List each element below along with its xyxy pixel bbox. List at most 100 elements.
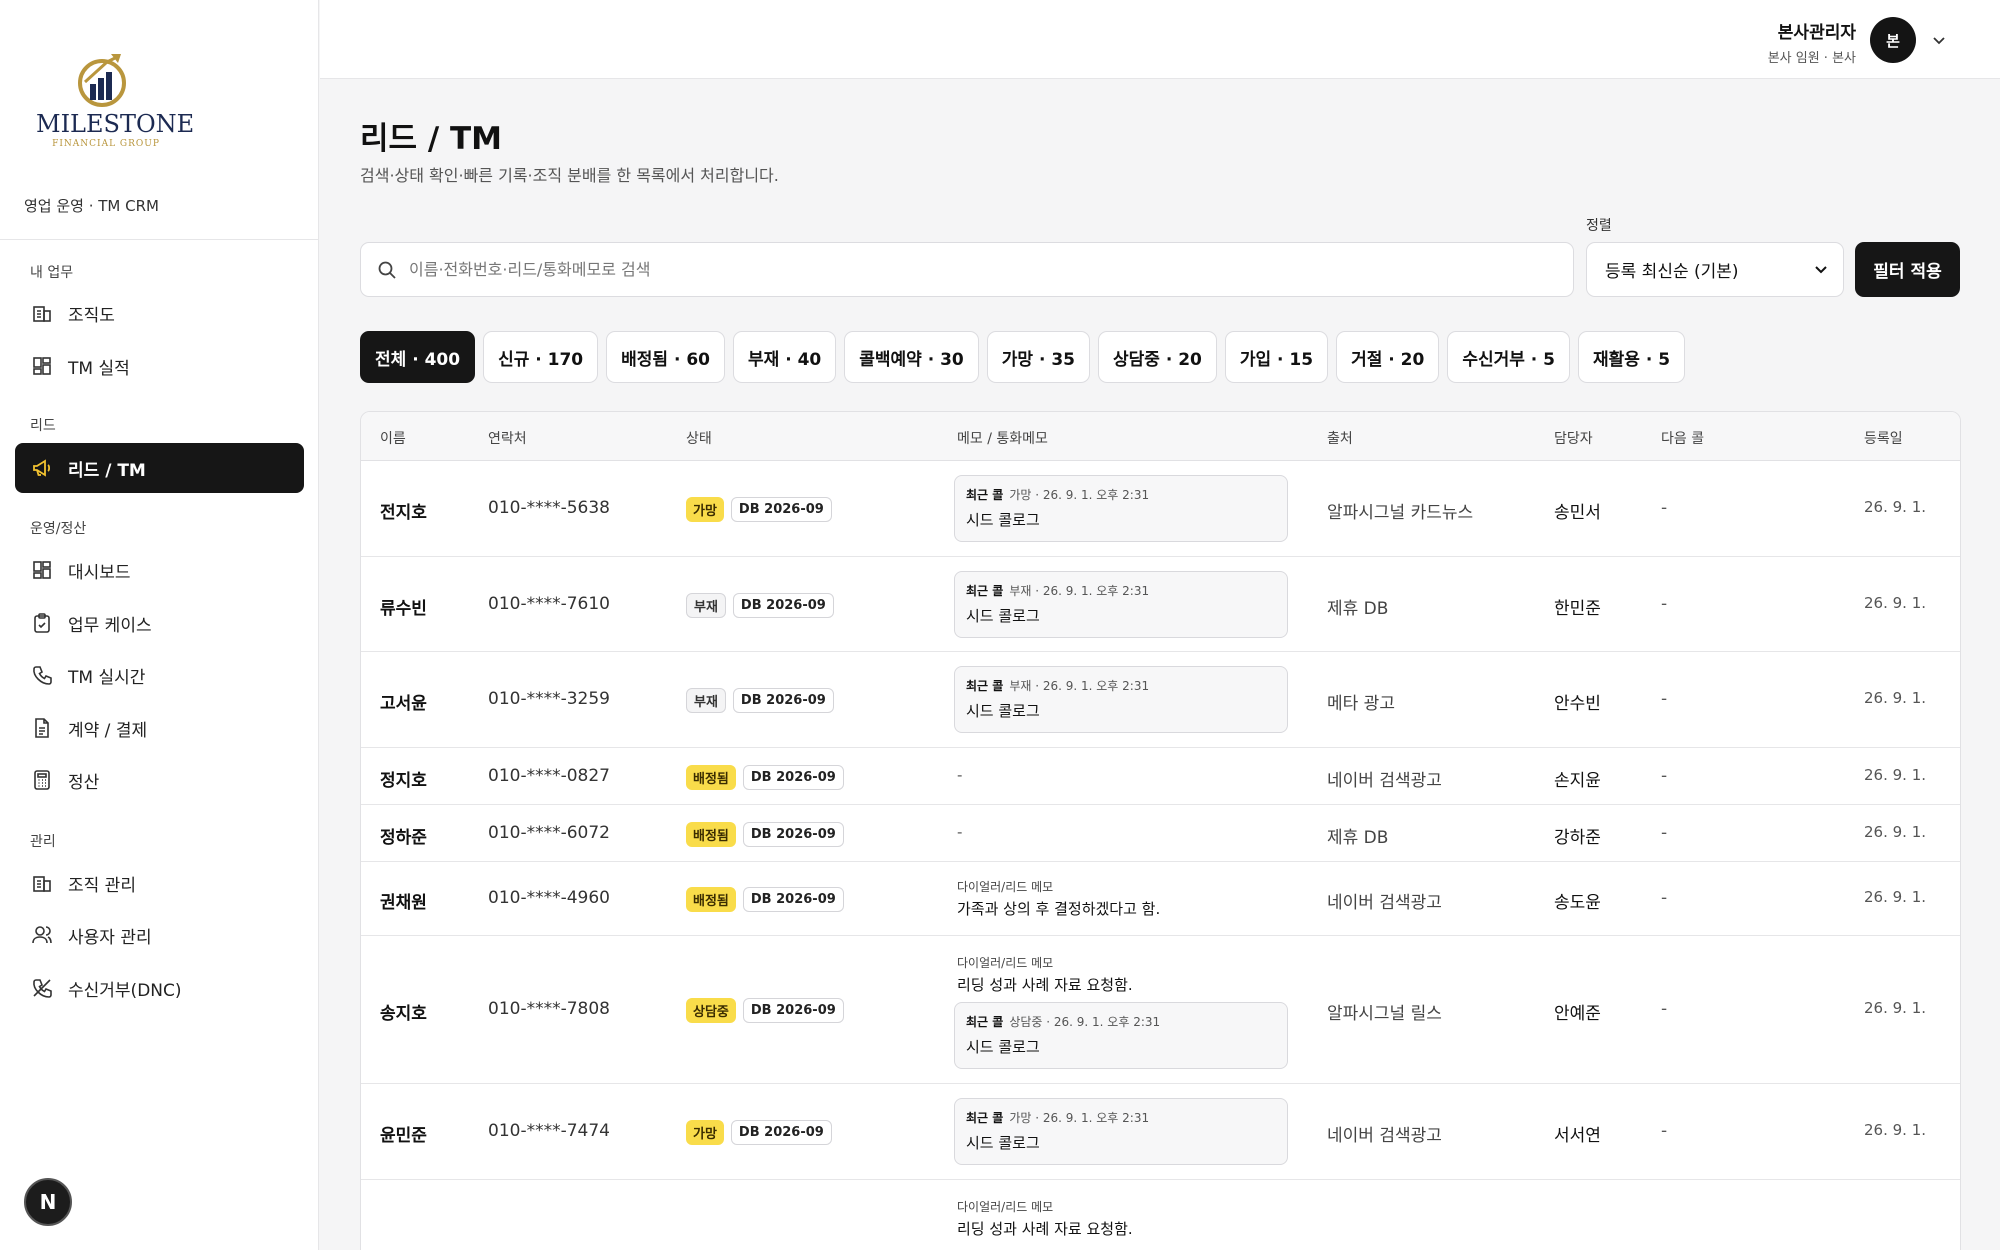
status-badge: 부재: [686, 592, 726, 618]
status-badges: 배정됨 DB 2026-09: [686, 887, 844, 912]
recent-call-memo[interactable]: 최근 콜 상담중 · 26. 9. 1. 오후 2:31 시드 콜로그: [954, 1002, 1288, 1069]
sidebar-item-leads-tm[interactable]: 리드 / TM: [15, 443, 304, 493]
tab-rejected[interactable]: 거절 · 20: [1336, 331, 1440, 383]
lead-name[interactable]: 전지호: [380, 498, 427, 523]
sidebar-item-work-cases[interactable]: 업무 케이스: [15, 598, 304, 648]
tab-dnc[interactable]: 수신거부 · 5: [1447, 331, 1571, 383]
column-header[interactable]: 출처: [1327, 428, 1353, 448]
lead-name[interactable]: 고서윤: [380, 689, 427, 714]
nav-group-label: 운영/정산: [30, 521, 87, 537]
next-call: -: [1661, 498, 1668, 518]
recent-call-memo[interactable]: 최근 콜 부재 · 26. 9. 1. 오후 2:31 시드 콜로그: [954, 666, 1288, 733]
sidebar-item-dnc[interactable]: 수신거부(DNC): [15, 963, 304, 1013]
recent-call-time: 부재 · 26. 9. 1. 오후 2:31: [1009, 679, 1150, 693]
lead-source: 알파시그널 릴스: [1327, 1004, 1442, 1024]
lead-name[interactable]: 송지호: [380, 999, 427, 1024]
status-badges: 가망 DB 2026-09: [686, 497, 832, 522]
recent-call-text: 시드 콜로그: [966, 511, 1040, 529]
table-row[interactable]: 다이얼러/리드 메모 리딩 성과 사례 자료 요청함.: [361, 1180, 1960, 1250]
sidebar-item-tm-performance[interactable]: TM 실적: [15, 341, 304, 391]
registered-date: 26. 9. 1.: [1864, 498, 1927, 516]
memo-note-text: 리딩 성과 사례 자료 요청함.: [957, 976, 1133, 994]
tab-prospect[interactable]: 가망 · 35: [986, 331, 1090, 383]
leads-table: 이름 연락처 상태 메모 / 통화메모 출처 담당자 다음 콜 등록일 전지호 0…: [360, 411, 1961, 1250]
column-header[interactable]: 등록일: [1864, 428, 1903, 448]
registered-date: 26. 9. 1.: [1864, 593, 1927, 612]
sidebar-item-org-management[interactable]: 조직 관리: [15, 858, 304, 908]
sidebar-item-org-chart[interactable]: 조직도: [15, 288, 304, 338]
table-header: 이름 연락처 상태 메모 / 통화메모 출처 담당자 다음 콜 등록일: [361, 412, 1960, 461]
table-row[interactable]: 류수빈 010-****-7610 제휴 DB 한민준 - 26. 9. 1. 부재 DB 2…: [361, 557, 1960, 652]
lead-agent: 서서연: [1554, 1126, 1601, 1146]
lead-phone: 010-****-0827: [488, 765, 610, 786]
sidebar-item-label: 계약 / 결제: [68, 720, 148, 741]
recent-call-memo[interactable]: 최근 콜 가망 · 26. 9. 1. 오후 2:31 시드 콜로그: [954, 1098, 1288, 1165]
next-call: -: [1661, 765, 1668, 786]
megaphone-icon: [31, 457, 53, 479]
tab-all[interactable]: 전체 · 400: [360, 331, 476, 383]
chevron-down-icon[interactable]: [1929, 30, 1949, 50]
tab-new[interactable]: 신규 · 170: [483, 331, 599, 383]
chevron-down-icon: [1815, 266, 1827, 274]
devtools-badge[interactable]: N: [24, 1178, 72, 1226]
recent-call-text: 시드 콜로그: [966, 702, 1040, 720]
sidebar-item-dashboard[interactable]: 대시보드: [15, 545, 304, 595]
sidebar-item-settlement[interactable]: 정산: [15, 755, 304, 805]
table-row[interactable]: 권채원 010-****-4960 네이버 검색광고 송도윤 - 26. 9. 1. 배정됨…: [361, 862, 1960, 936]
table-row[interactable]: 고서윤 010-****-3259 메타 광고 안수빈 - 26. 9. 1. 부재 DB 2…: [361, 652, 1960, 748]
memo-note-text: 가족과 상의 후 결정하겠다고 함.: [957, 900, 1161, 918]
db-badge: DB 2026-09: [732, 592, 834, 618]
sidebar-item-contract-payment[interactable]: 계약 / 결제: [15, 703, 304, 753]
column-header[interactable]: 메모 / 통화메모: [957, 428, 1048, 448]
sidebar-item-tm-realtime[interactable]: TM 실시간: [15, 650, 304, 700]
table-row[interactable]: 송지호 010-****-7808 알파시그널 릴스 안예준 - 26. 9. 1. 상담중…: [361, 936, 1960, 1084]
sidebar-item-label: 수신거부(DNC): [68, 980, 182, 1001]
table-row[interactable]: 전지호 010-****-5638 알파시그널 카드뉴스 송민서 - 26. 9. 1. 가…: [361, 461, 1960, 557]
column-header[interactable]: 이름: [380, 428, 406, 448]
brand-logo[interactable]: MILESTONE FINANCIAL GROUP: [36, 50, 194, 150]
tab-assigned[interactable]: 배정됨 · 60: [606, 331, 725, 383]
column-header[interactable]: 상태: [686, 428, 712, 448]
tab-recycled[interactable]: 재활용 · 5: [1578, 331, 1686, 383]
recent-call-memo[interactable]: 최근 콜 부재 · 26. 9. 1. 오후 2:31 시드 콜로그: [954, 570, 1288, 638]
page-subtitle: 검색·상태 확인·빠른 기록·조직 분배를 한 목록에서 처리합니다.: [360, 166, 779, 185]
avatar[interactable]: 본: [1870, 17, 1916, 63]
apply-filter-button[interactable]: 필터 적용: [1855, 242, 1960, 297]
sort-label: 정렬: [1586, 218, 1612, 234]
lead-name[interactable]: 권채원: [380, 888, 427, 913]
recent-call-time: 부재 · 26. 9. 1. 오후 2:31: [1009, 583, 1150, 598]
logo-emblem-icon: [78, 54, 126, 107]
user-role: 본사 임원 · 본사: [1767, 51, 1856, 66]
search-input[interactable]: [409, 260, 1559, 279]
lead-name[interactable]: 정지호: [380, 766, 427, 791]
status-badge: 상담중: [686, 998, 736, 1023]
column-header[interactable]: 다음 콜: [1661, 428, 1704, 448]
sort-select-value: 등록 최신순 (기본): [1605, 262, 1739, 282]
sort-select[interactable]: 등록 최신순 (기본): [1586, 242, 1844, 297]
grid-icon: [31, 355, 53, 377]
tab-absent[interactable]: 부재 · 40: [733, 331, 837, 383]
registered-date: 26. 9. 1.: [1864, 765, 1927, 784]
recent-call-time: 상담중 · 26. 9. 1. 오후 2:31: [1009, 1015, 1161, 1029]
tab-callback[interactable]: 콜백예약 · 30: [844, 331, 979, 383]
lead-source: 메타 광고: [1327, 694, 1395, 714]
search-box[interactable]: [360, 242, 1574, 297]
table-row[interactable]: 정하준 010-****-6072 제휴 DB 강하준 - 26. 9. 1. 배정됨 DB …: [361, 805, 1960, 862]
table-row[interactable]: 윤민준 010-****-7474 네이버 검색광고 서서연 - 26. 9. 1. 가망 D…: [361, 1084, 1960, 1180]
lead-name[interactable]: 윤민준: [380, 1121, 427, 1146]
lead-name[interactable]: 정하준: [380, 823, 427, 848]
table-row[interactable]: 정지호 010-****-0827 네이버 검색광고 손지윤 - 26. 9. 1. 배정됨…: [361, 748, 1960, 805]
column-header[interactable]: 연락처: [488, 428, 527, 448]
recent-call-meta: 최근 콜 부재 · 26. 9. 1. 오후 2:31: [966, 677, 1149, 694]
lead-name[interactable]: 류수빈: [380, 594, 427, 619]
memo-note-label: 다이얼러/리드 메모: [957, 956, 1054, 970]
sidebar-item-label: 조직 관리: [68, 875, 136, 896]
registered-date: 26. 9. 1.: [1864, 689, 1927, 707]
recent-call-memo[interactable]: 최근 콜 가망 · 26. 9. 1. 오후 2:31 시드 콜로그: [954, 475, 1288, 542]
column-header[interactable]: 담당자: [1554, 428, 1593, 448]
sidebar-item-user-management[interactable]: 사용자 관리: [15, 910, 304, 960]
tab-joined[interactable]: 가입 · 15: [1224, 331, 1329, 383]
tab-in-consult[interactable]: 상담중 · 20: [1097, 331, 1217, 383]
user-info: 본사관리자 본사 임원 · 본사: [1768, 18, 1856, 66]
next-call: -: [1661, 822, 1668, 843]
